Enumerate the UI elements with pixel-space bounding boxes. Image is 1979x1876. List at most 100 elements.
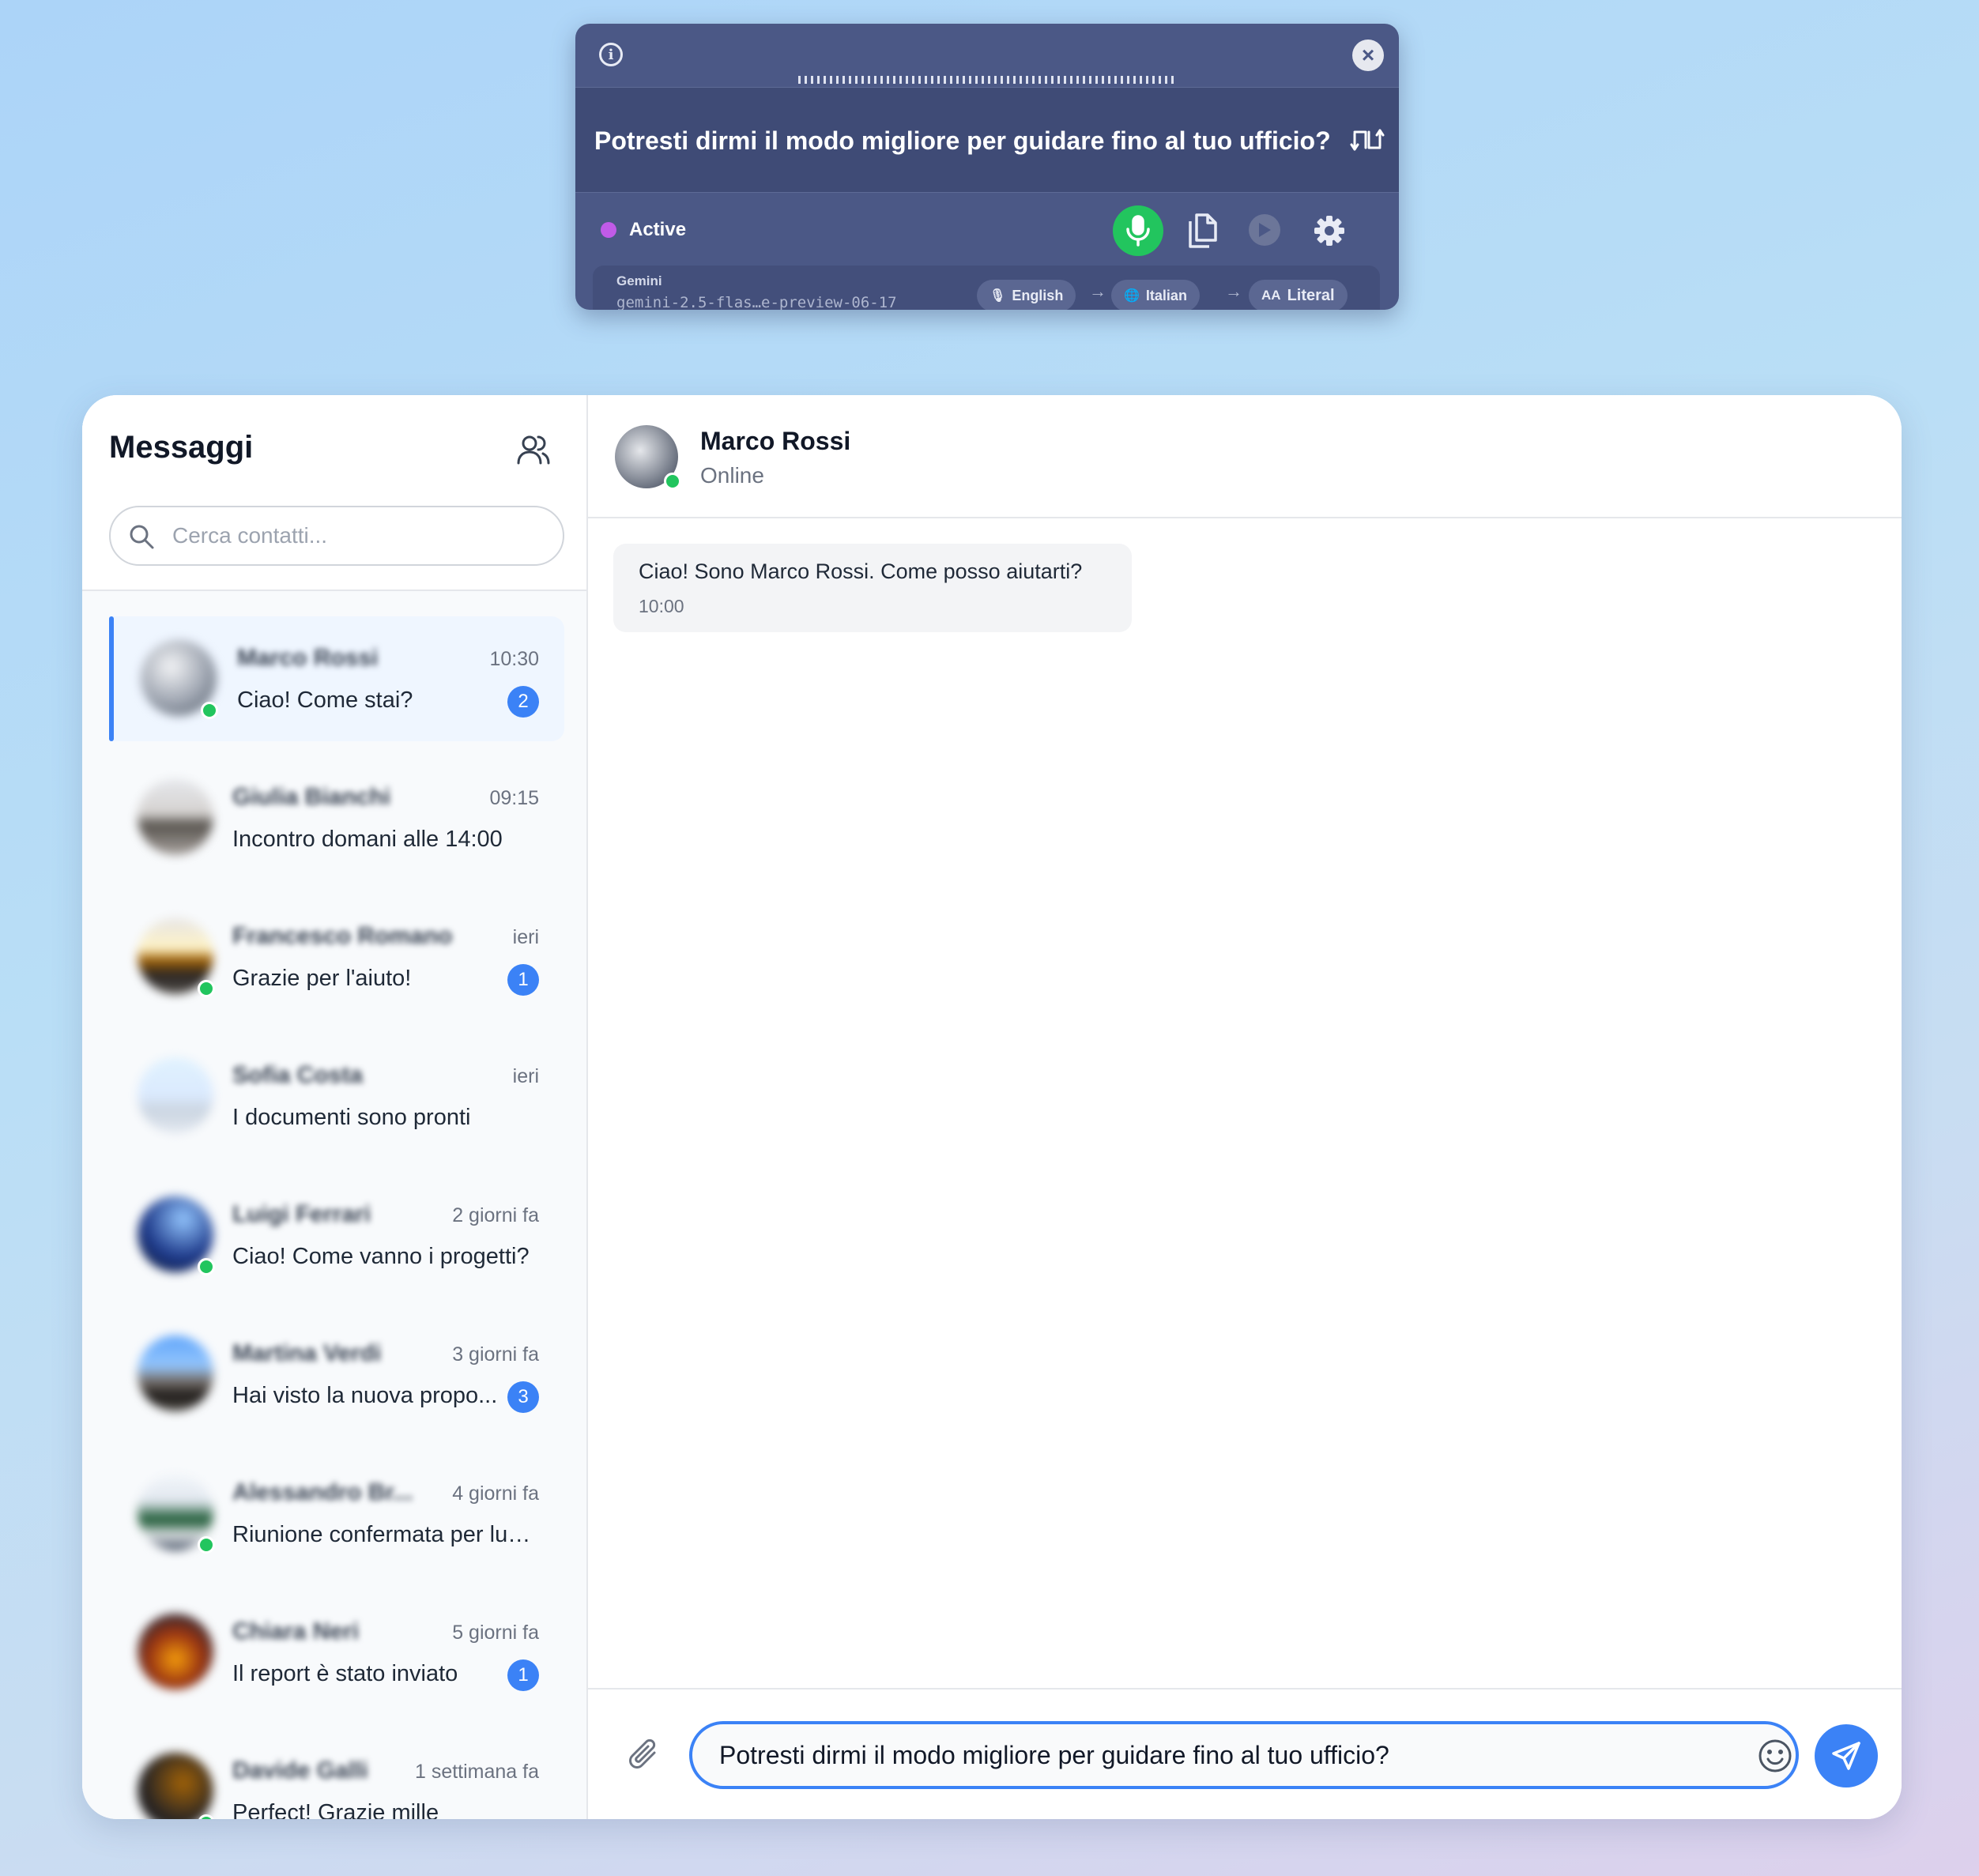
play-button[interactable] [1249, 214, 1280, 246]
unread-badge: 1 [507, 1659, 539, 1691]
close-icon[interactable]: × [1352, 40, 1384, 71]
source-language-label: English [1012, 287, 1064, 303]
translation-output: Potresti dirmi il modo migliore per guid… [575, 87, 1399, 193]
emoji-icon[interactable] [1758, 1739, 1792, 1773]
font-size-icon: AA [1261, 288, 1281, 303]
avatar [138, 1335, 213, 1411]
globe-icon: 🌐 [1124, 289, 1140, 303]
avatar [138, 779, 213, 855]
message-composer [588, 1688, 1902, 1819]
contact-item[interactable]: Davide Galli 1 settimana fa Perfect! Gra… [109, 1729, 564, 1819]
status-indicator-dot [601, 222, 616, 238]
contact-last-message: Ciao! Come vanno i progetti? [232, 1244, 530, 1269]
online-indicator [198, 1258, 215, 1275]
contact-list: Marco Rossi 10:30 Ciao! Come stai? 2 Giu… [82, 607, 586, 1819]
contact-item[interactable]: Chiara Neri 5 giorni fa Il report è stat… [109, 1590, 564, 1715]
incoming-message: Ciao! Sono Marco Rossi. Come posso aiuta… [613, 544, 1132, 632]
contact-name: Marco Rossi [237, 645, 379, 671]
unread-badge: 1 [507, 964, 539, 996]
contact-last-message: Riunione confermata per lun... [232, 1522, 533, 1547]
avatar [138, 1753, 213, 1819]
contact-item[interactable]: Luigi Ferrari 2 giorni fa Ciao! Come van… [109, 1173, 564, 1298]
model-name: gemini-2.5-flas…e-preview-06-17 [616, 294, 897, 310]
contact-last-message: Ciao! Come stai? [237, 687, 413, 713]
contact-last-message: Perfect! Grazie mille [232, 1800, 439, 1819]
contact-last-message: I documenti sono pronti [232, 1105, 471, 1130]
contact-name: Sofia Costa [232, 1062, 364, 1088]
contact-name: Alessandro Br... [232, 1479, 413, 1505]
info-icon[interactable]: i [599, 43, 623, 66]
unread-badge: 3 [507, 1381, 539, 1413]
translator-widget: i × Potresti dirmi il modo migliore per … [575, 24, 1399, 310]
contact-time: 10:30 [489, 648, 539, 670]
online-indicator [198, 980, 215, 997]
arrow-right-icon: → [1225, 281, 1242, 301]
translation-mode-pill[interactable]: AA Literal [1249, 280, 1348, 310]
contact-time: 2 giorni fa [452, 1204, 539, 1226]
provider-label: Gemini [616, 273, 662, 288]
conversation-contact-status: Online [700, 463, 764, 488]
status-label: Active [629, 219, 687, 240]
message-time: 10:00 [639, 596, 684, 616]
users-icon[interactable] [517, 433, 550, 466]
search-icon [130, 525, 154, 549]
search-box [109, 506, 564, 566]
microphone-small-icon: 🎙 [990, 289, 1006, 303]
microphone-button[interactable] [1113, 205, 1163, 256]
play-icon [1259, 223, 1271, 237]
widget-drag-bar[interactable]: i × [575, 24, 1399, 87]
message-input-box [689, 1721, 1799, 1789]
contact-time: ieri [512, 1065, 539, 1087]
contact-time: 5 giorni fa [452, 1622, 539, 1644]
sidebar-title: Messaggi [109, 430, 254, 465]
conversation-contact-name: Marco Rossi [700, 427, 851, 455]
contact-time: 09:15 [489, 787, 539, 809]
contact-time: 4 giorni fa [452, 1482, 539, 1505]
contact-last-message: Il report è stato inviato [232, 1661, 458, 1686]
avatar [138, 1057, 213, 1133]
drag-handle[interactable] [798, 76, 1176, 84]
chat-app-window: Messaggi Marco Rossi 10:30 Ciao [82, 395, 1902, 1819]
send-icon [1832, 1742, 1860, 1770]
contact-time: 3 giorni fa [452, 1343, 539, 1366]
target-language-label: Italian [1145, 287, 1187, 303]
contact-item[interactable]: Sofia Costa ieri I documenti sono pronti [109, 1034, 564, 1158]
contacts-sidebar: Messaggi Marco Rossi 10:30 Ciao [82, 395, 588, 1819]
contact-item[interactable]: Alessandro Br... 4 giorni fa Riunione co… [109, 1451, 564, 1576]
contact-item[interactable]: Martina Verdi 3 giorni fa Hai visto la n… [109, 1312, 564, 1437]
gear-icon[interactable] [1314, 215, 1345, 247]
contact-item[interactable]: Francesco Romano ieri Grazie per l'aiuto… [109, 895, 564, 1019]
conversation-header: Marco Rossi Online [588, 395, 1902, 518]
contact-item[interactable]: Marco Rossi 10:30 Ciao! Come stai? 2 [109, 616, 564, 741]
contact-name: Davide Galli [232, 1757, 368, 1784]
search-input[interactable] [172, 507, 552, 564]
microphone-icon [1126, 215, 1150, 247]
online-indicator [201, 702, 218, 719]
source-language-pill[interactable]: 🎙 English [977, 280, 1076, 310]
swap-icon[interactable] [1350, 124, 1385, 156]
sidebar-header: Messaggi [82, 395, 586, 591]
message-input[interactable] [719, 1724, 1715, 1786]
online-indicator [664, 473, 681, 490]
contact-name: Giulia Bianchi [232, 784, 391, 810]
contact-name: Luigi Ferrari [232, 1201, 371, 1227]
copy-icon[interactable] [1187, 212, 1219, 250]
send-button[interactable] [1815, 1724, 1878, 1787]
avatar [138, 1614, 213, 1690]
contact-last-message: Hai visto la nuova propo... [232, 1383, 498, 1408]
target-language-pill[interactable]: 🌐 Italian [1111, 280, 1200, 310]
contact-name: Francesco Romano [232, 923, 453, 949]
contact-time: ieri [512, 926, 539, 948]
translated-question-text: Potresti dirmi il modo migliore per guid… [594, 126, 1331, 155]
message-text: Ciao! Sono Marco Rossi. Come posso aiuta… [639, 559, 1083, 583]
contact-item[interactable]: Giulia Bianchi 09:15 Incontro domani all… [109, 755, 564, 880]
unread-badge: 2 [507, 686, 539, 718]
model-settings-bar: Gemini gemini-2.5-flas…e-preview-06-17 🎙… [593, 266, 1380, 310]
contact-name: Chiara Neri [232, 1618, 360, 1644]
translation-mode-label: Literal [1287, 286, 1335, 304]
arrow-right-icon: → [1089, 281, 1106, 301]
contact-time: 1 settimana fa [414, 1761, 539, 1783]
contact-last-message: Grazie per l'aiuto! [232, 966, 412, 991]
contact-last-message: Incontro domani alle 14:00 [232, 827, 503, 852]
paperclip-icon[interactable] [628, 1737, 659, 1772]
